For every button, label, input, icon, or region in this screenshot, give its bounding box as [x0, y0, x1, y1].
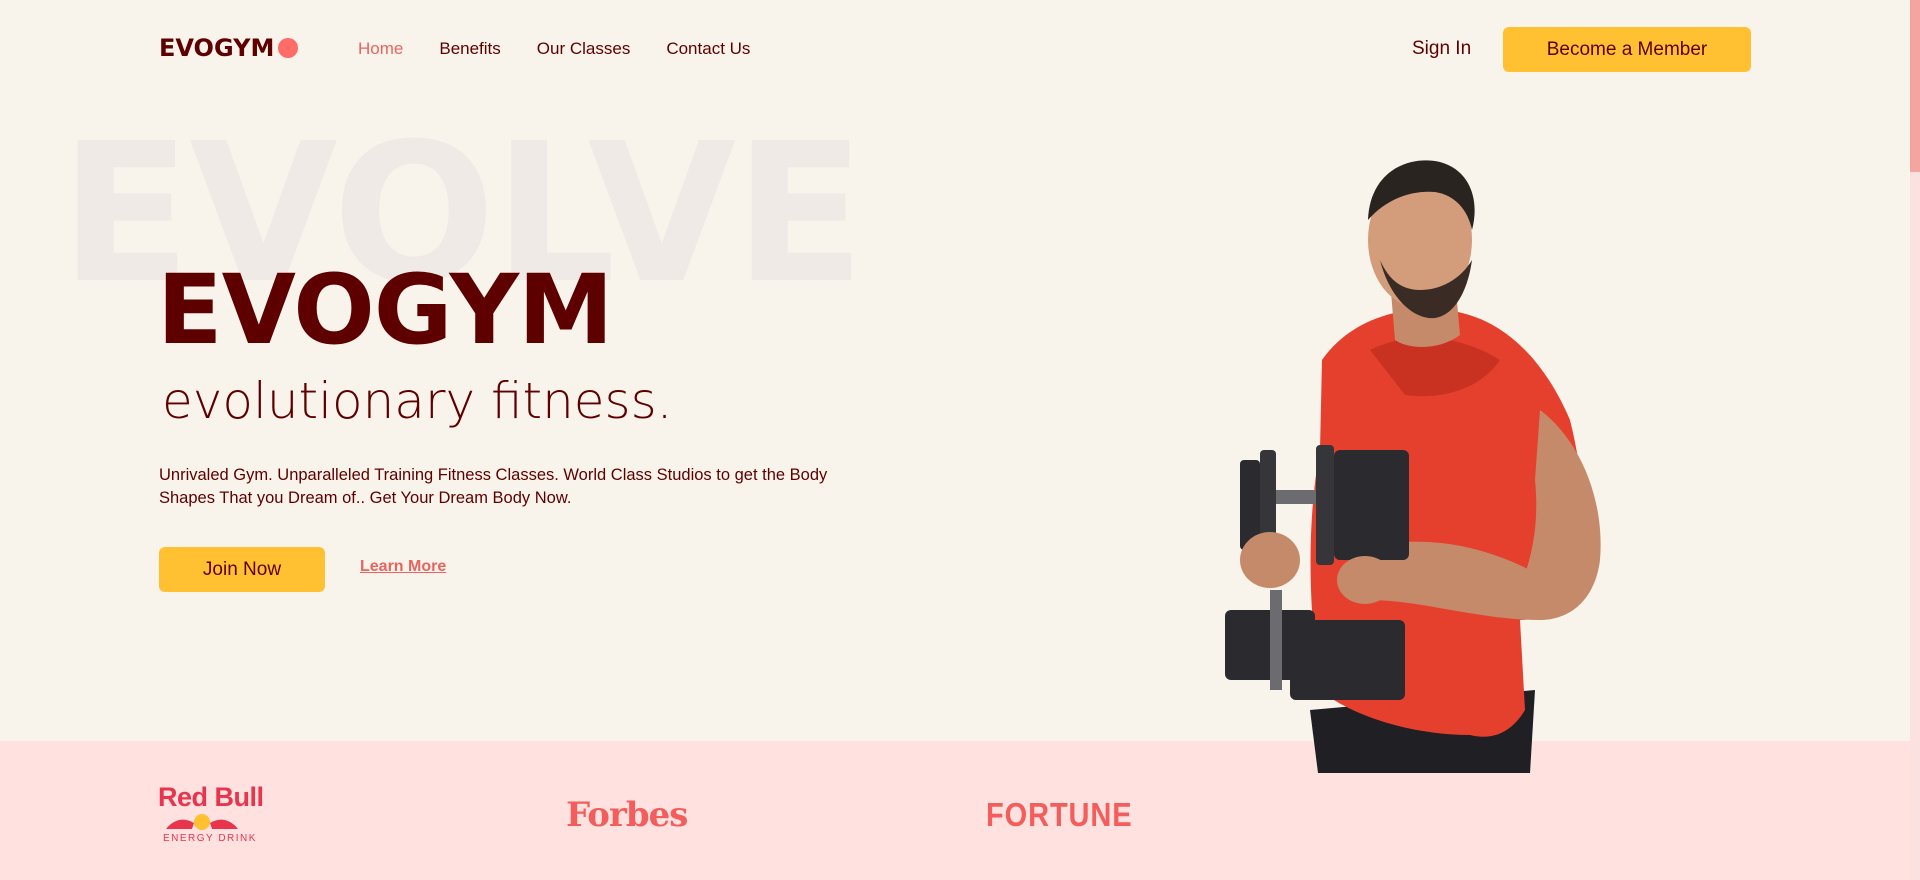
landing-page: EVOGYM Home Benefits Our Classes Contact…	[0, 0, 1920, 880]
scrollbar-thumb[interactable]	[1910, 0, 1920, 172]
nav-link-benefits[interactable]: Benefits	[439, 39, 500, 59]
fortune-logo: FORTUNE	[986, 796, 1133, 833]
learn-more-link[interactable]: Learn More	[360, 558, 446, 576]
redbull-logo: Red Bull ENERGY DRINK	[158, 783, 264, 844]
sign-in-link[interactable]: Sign In	[1412, 38, 1471, 60]
nav-link-home[interactable]: Home	[358, 39, 403, 59]
nav-link-our-classes[interactable]: Our Classes	[537, 39, 631, 59]
sponsors-band: Red Bull ENERGY DRINK Forbes FORTUNE	[0, 741, 1910, 880]
hero-title: EVOGYM	[157, 254, 614, 366]
man-holding-dumbbells-image	[1225, 160, 1601, 773]
logo-dot-icon	[278, 38, 299, 58]
navbar: EVOGYM Home Benefits Our Classes Contact…	[0, 0, 1920, 98]
forbes-logo: Forbes	[566, 795, 688, 835]
logo[interactable]: EVOGYM	[159, 34, 299, 62]
nav-links: Home Benefits Our Classes Contact Us	[358, 39, 750, 59]
become-member-button[interactable]: Become a Member	[1503, 27, 1751, 72]
hero-subtitle: evolutionary fitness.	[162, 372, 673, 430]
join-now-button[interactable]: Join Now	[159, 547, 325, 592]
nav-link-contact-us[interactable]: Contact Us	[666, 39, 750, 59]
hero-description: Unrivaled Gym. Unparalleled Training Fit…	[159, 466, 828, 507]
redbull-bulls-icon	[166, 814, 238, 830]
logo-text: EVOGYM	[159, 34, 275, 62]
redbull-name: Red Bull	[158, 782, 264, 812]
